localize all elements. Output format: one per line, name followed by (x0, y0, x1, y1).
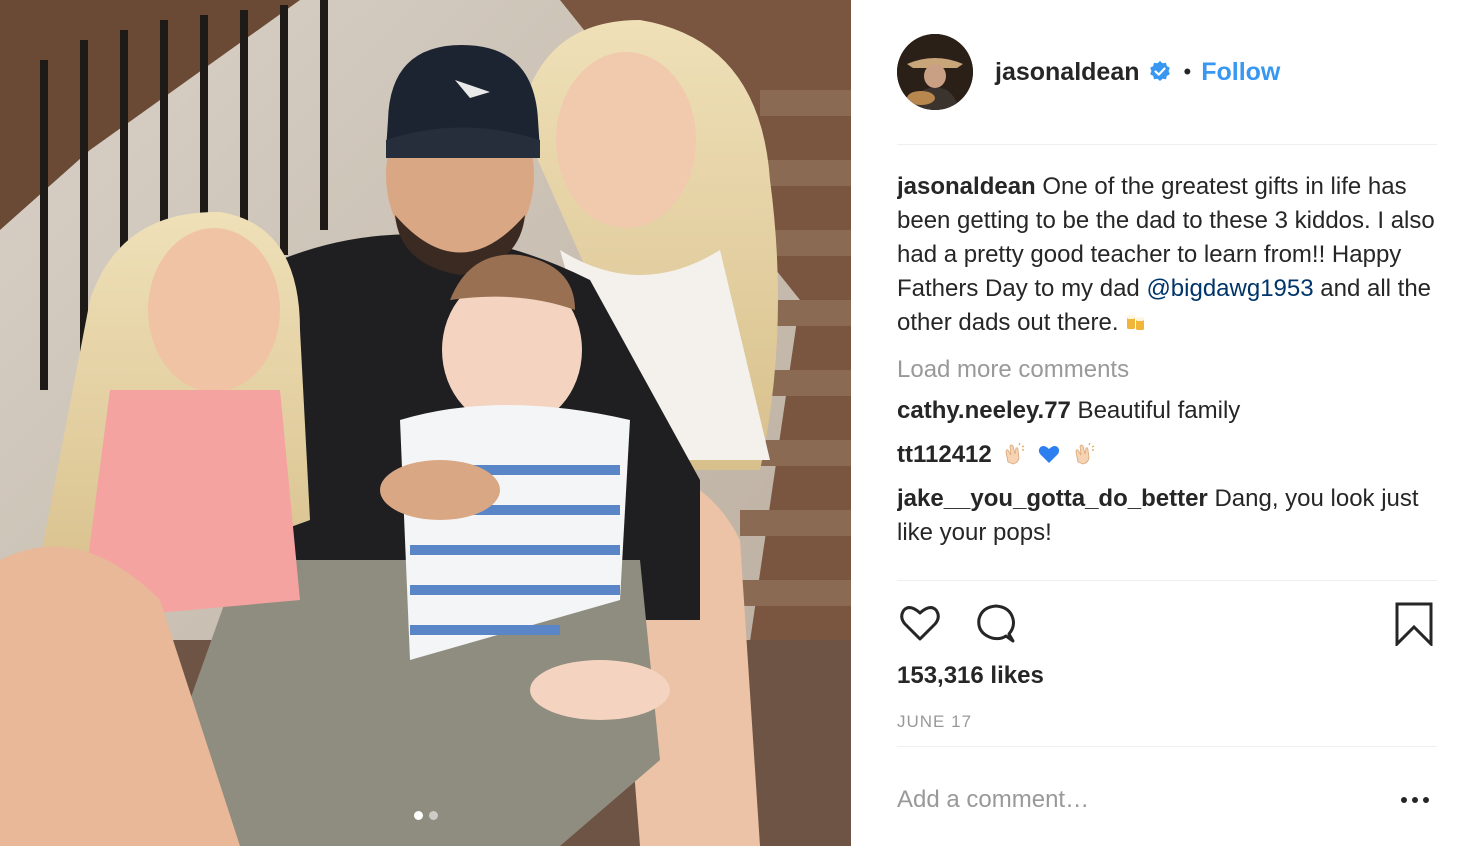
avatar-image (897, 34, 973, 110)
caption-username[interactable]: jasonaldean (897, 173, 1036, 200)
comment-item: tt112412 (897, 438, 1437, 472)
family-photo (0, 0, 851, 846)
comment-text: Beautiful family (1070, 397, 1241, 424)
clapping-hands-emoji-icon (1002, 442, 1026, 466)
add-comment-input[interactable] (897, 782, 1357, 818)
more-options-icon[interactable] (1399, 790, 1431, 810)
post-photo[interactable] (0, 0, 851, 846)
carousel-dot-active (413, 811, 423, 820)
post-actions (897, 598, 1437, 650)
verified-badge-icon (1148, 60, 1172, 84)
comment-item: jake__you_gotta_do_better Dang, you look… (897, 482, 1437, 550)
follow-button[interactable]: Follow (1201, 58, 1280, 87)
comment-username[interactable]: tt112412 (897, 441, 992, 468)
likes-count[interactable]: 153,316 likes (897, 662, 1044, 690)
bookmark-icon[interactable] (1391, 600, 1437, 648)
carousel-indicator (0, 811, 851, 823)
post-username[interactable]: jasonaldean (995, 58, 1140, 87)
clapping-hands-emoji-icon (1072, 442, 1096, 466)
comments-divider (897, 580, 1437, 581)
post-caption: jasonaldean One of the greatest gifts in… (897, 170, 1437, 340)
beers-emoji-icon (1125, 309, 1147, 331)
heart-icon[interactable] (897, 600, 943, 646)
date-divider (897, 746, 1437, 747)
comment-username[interactable]: jake__you_gotta_do_better (897, 485, 1208, 512)
post-date[interactable]: JUNE 17 (897, 712, 972, 732)
post-header: jasonaldean • Follow (897, 34, 1437, 110)
comment-item: cathy.neeley.77 Beautiful family (897, 394, 1437, 428)
comment-username[interactable]: cathy.neeley.77 (897, 397, 1071, 424)
comment-bubble-icon[interactable] (973, 600, 1019, 646)
load-more-comments-link[interactable]: Load more comments (897, 356, 1437, 384)
comments-section[interactable]: jasonaldean One of the greatest gifts in… (897, 170, 1437, 580)
post-details-panel: jasonaldean • Follow jasonaldean One of … (851, 0, 1480, 846)
carousel-dot (428, 811, 438, 820)
avatar[interactable] (897, 34, 973, 110)
separator-dot: • (1183, 59, 1192, 84)
caption-mention-link[interactable]: @bigdawg1953 (1146, 275, 1313, 302)
blue-heart-emoji-icon (1037, 442, 1061, 466)
header-divider (897, 144, 1437, 145)
